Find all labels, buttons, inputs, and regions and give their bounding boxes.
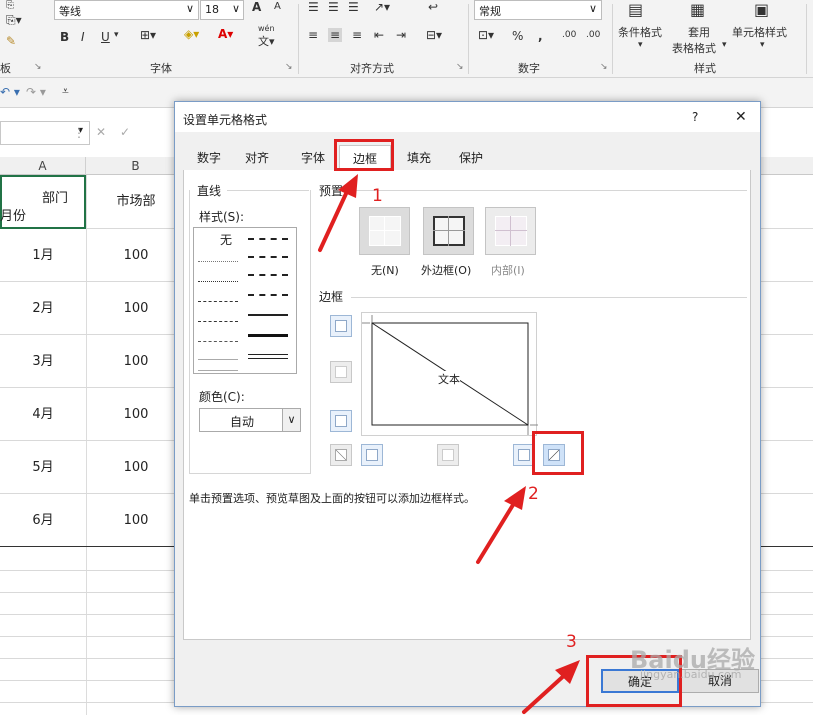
arrow-2 xyxy=(476,498,518,564)
arrow-2-head xyxy=(504,486,526,510)
annotation-number-1: 1 xyxy=(372,186,383,206)
annotation-arrows xyxy=(318,174,580,714)
annotation-number-3: 3 xyxy=(566,632,577,652)
arrow-3 xyxy=(522,670,570,714)
arrow-1-head xyxy=(338,174,358,198)
arrow-1 xyxy=(318,183,352,252)
annotation-number-2: 2 xyxy=(528,484,539,504)
watermark-url: jingyan.baidu.com xyxy=(640,668,742,681)
